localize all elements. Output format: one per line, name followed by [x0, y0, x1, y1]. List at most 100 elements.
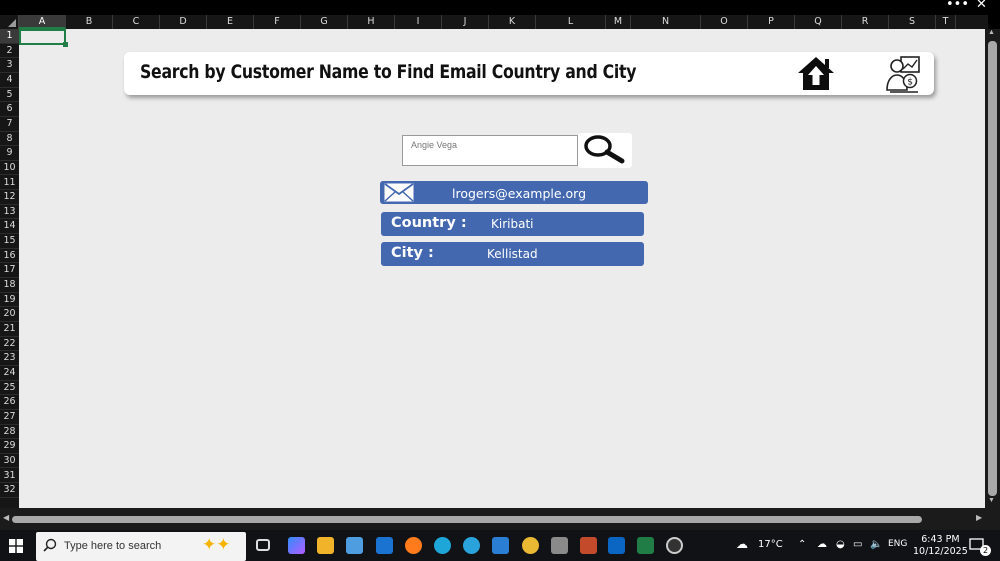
row-header-32[interactable]: 32 — [0, 483, 19, 498]
row-header-18[interactable]: 18 — [0, 278, 19, 293]
home-upload-icon[interactable] — [796, 55, 836, 92]
row-header-12[interactable]: 12 — [0, 190, 19, 205]
row-header-20[interactable]: 20 — [0, 307, 19, 322]
weather-icon[interactable]: ☁ — [736, 537, 748, 551]
excel-icon[interactable] — [637, 537, 654, 554]
language-indicator[interactable]: ENG — [888, 539, 907, 549]
column-header-f[interactable]: F — [254, 15, 301, 29]
column-header-k[interactable]: K — [489, 15, 536, 29]
column-header-a[interactable]: A — [19, 15, 66, 29]
row-header-25[interactable]: 25 — [0, 381, 19, 396]
column-header-b[interactable]: B — [66, 15, 113, 29]
row-header-29[interactable]: 29 — [0, 439, 19, 454]
column-header-c[interactable]: C — [113, 15, 160, 29]
app-icon[interactable] — [580, 537, 597, 554]
row-header-5[interactable]: 5 — [0, 88, 19, 103]
taskbar-search-box[interactable]: Type here to search ✦✦ — [36, 532, 246, 561]
chrome-icon[interactable] — [522, 537, 539, 554]
edge-icon[interactable] — [434, 537, 451, 554]
column-header-g[interactable]: G — [301, 15, 348, 29]
row-header-10[interactable]: 10 — [0, 161, 19, 176]
row-header-11[interactable]: 11 — [0, 176, 19, 191]
outlook-icon[interactable] — [376, 537, 393, 554]
country-result-bar: Country : Kiribati — [381, 212, 644, 236]
windows-taskbar: Type here to search ✦✦ ☁ 17°C ⌃ ☁ ◒ ▭ 🔈 … — [0, 530, 1000, 561]
copilot-icon[interactable] — [288, 537, 305, 554]
customer-profile-icon[interactable]: $ — [884, 54, 924, 94]
calculator-icon[interactable] — [551, 537, 568, 554]
column-header-o[interactable]: O — [701, 15, 748, 29]
recorder-icon[interactable] — [666, 537, 683, 554]
windows-start-icon[interactable] — [9, 539, 23, 553]
row-header-23[interactable]: 23 — [0, 351, 19, 366]
row-header-15[interactable]: 15 — [0, 234, 19, 249]
row-header-13[interactable]: 13 — [0, 205, 19, 220]
row-header-9[interactable]: 9 — [0, 146, 19, 161]
scroll-down-icon[interactable]: ▼ — [988, 497, 995, 504]
column-header-s[interactable]: S — [889, 15, 936, 29]
column-header-m[interactable]: M — [606, 15, 631, 29]
horizontal-scrollbar[interactable]: ◀ ▶ — [0, 508, 1000, 530]
scroll-left-icon[interactable]: ◀ — [3, 513, 9, 522]
column-header-e[interactable]: E — [207, 15, 254, 29]
show-hidden-icons-icon[interactable]: ⌃ — [798, 539, 806, 550]
column-header-j[interactable]: J — [442, 15, 489, 29]
dashboard-title: Search by Customer Name to Find Email Co… — [140, 61, 637, 83]
row-header-8[interactable]: 8 — [0, 132, 19, 147]
row-header-3[interactable]: 3 — [0, 58, 19, 73]
column-header-l[interactable]: L — [536, 15, 606, 29]
column-header-r[interactable]: R — [842, 15, 889, 29]
copilot-sparkle-icon: ✦✦ — [202, 535, 231, 554]
vertical-scrollbar[interactable]: ▲ ▼ — [985, 29, 1000, 508]
row-header-16[interactable]: 16 — [0, 249, 19, 264]
row-header-26[interactable]: 26 — [0, 395, 19, 410]
column-header-d[interactable]: D — [160, 15, 207, 29]
search-button[interactable] — [578, 133, 632, 168]
row-header-24[interactable]: 24 — [0, 366, 19, 381]
vscode-icon[interactable] — [492, 537, 509, 554]
task-view-icon[interactable] — [256, 539, 270, 551]
row-header-2[interactable]: 2 — [0, 44, 19, 59]
column-header-h[interactable]: H — [348, 15, 395, 29]
row-header-31[interactable]: 31 — [0, 469, 19, 484]
column-header-p[interactable]: P — [748, 15, 795, 29]
more-options-button[interactable]: ••• — [946, 0, 969, 12]
volume-icon[interactable]: 🔈 — [870, 539, 882, 550]
network-icon[interactable]: ◒ — [836, 539, 845, 550]
active-cell-a1[interactable] — [19, 29, 68, 47]
linkedin-icon[interactable] — [608, 537, 625, 554]
clock-time: 6:43 PM — [921, 534, 960, 545]
row-header-17[interactable]: 17 — [0, 263, 19, 279]
battery-icon[interactable]: ▭ — [853, 539, 862, 550]
file-explorer-icon[interactable] — [317, 537, 334, 554]
scroll-right-icon[interactable]: ▶ — [976, 513, 982, 522]
row-header-30[interactable]: 30 — [0, 454, 19, 469]
horizontal-scroll-thumb[interactable] — [12, 516, 922, 523]
row-header-21[interactable]: 21 — [0, 322, 19, 337]
microsoft-store-icon[interactable] — [346, 537, 363, 554]
weather-temperature[interactable]: 17°C — [758, 539, 783, 550]
firefox-icon[interactable] — [405, 537, 422, 554]
column-header-i[interactable]: I — [395, 15, 442, 29]
row-header-1[interactable]: 1 — [0, 29, 19, 44]
customer-name-input[interactable]: Angie Vega — [402, 135, 578, 166]
column-header-q[interactable]: Q — [795, 15, 842, 29]
row-header-22[interactable]: 22 — [0, 337, 19, 352]
column-header-t[interactable]: T — [936, 15, 956, 29]
column-header-n[interactable]: N — [631, 15, 701, 29]
taskbar-clock[interactable]: 6:43 PM 10/12/2025 — [913, 534, 968, 558]
row-header-19[interactable]: 19 — [0, 293, 19, 308]
onedrive-icon[interactable]: ☁ — [817, 539, 827, 550]
row-header-14[interactable]: 14 — [0, 219, 19, 235]
vertical-scroll-thumb[interactable] — [988, 41, 997, 496]
row-header-7[interactable]: 7 — [0, 117, 19, 132]
row-header-6[interactable]: 6 — [0, 102, 19, 117]
scroll-up-icon[interactable]: ▲ — [988, 29, 995, 36]
worksheet-grid[interactable]: Search by Customer Name to Find Email Co… — [19, 29, 985, 508]
telegram-icon[interactable] — [463, 537, 480, 554]
row-header-4[interactable]: 4 — [0, 73, 19, 88]
close-button[interactable]: ✕ — [976, 0, 987, 12]
select-all-button[interactable] — [0, 15, 19, 29]
row-header-28[interactable]: 28 — [0, 425, 19, 440]
row-header-27[interactable]: 27 — [0, 410, 19, 425]
